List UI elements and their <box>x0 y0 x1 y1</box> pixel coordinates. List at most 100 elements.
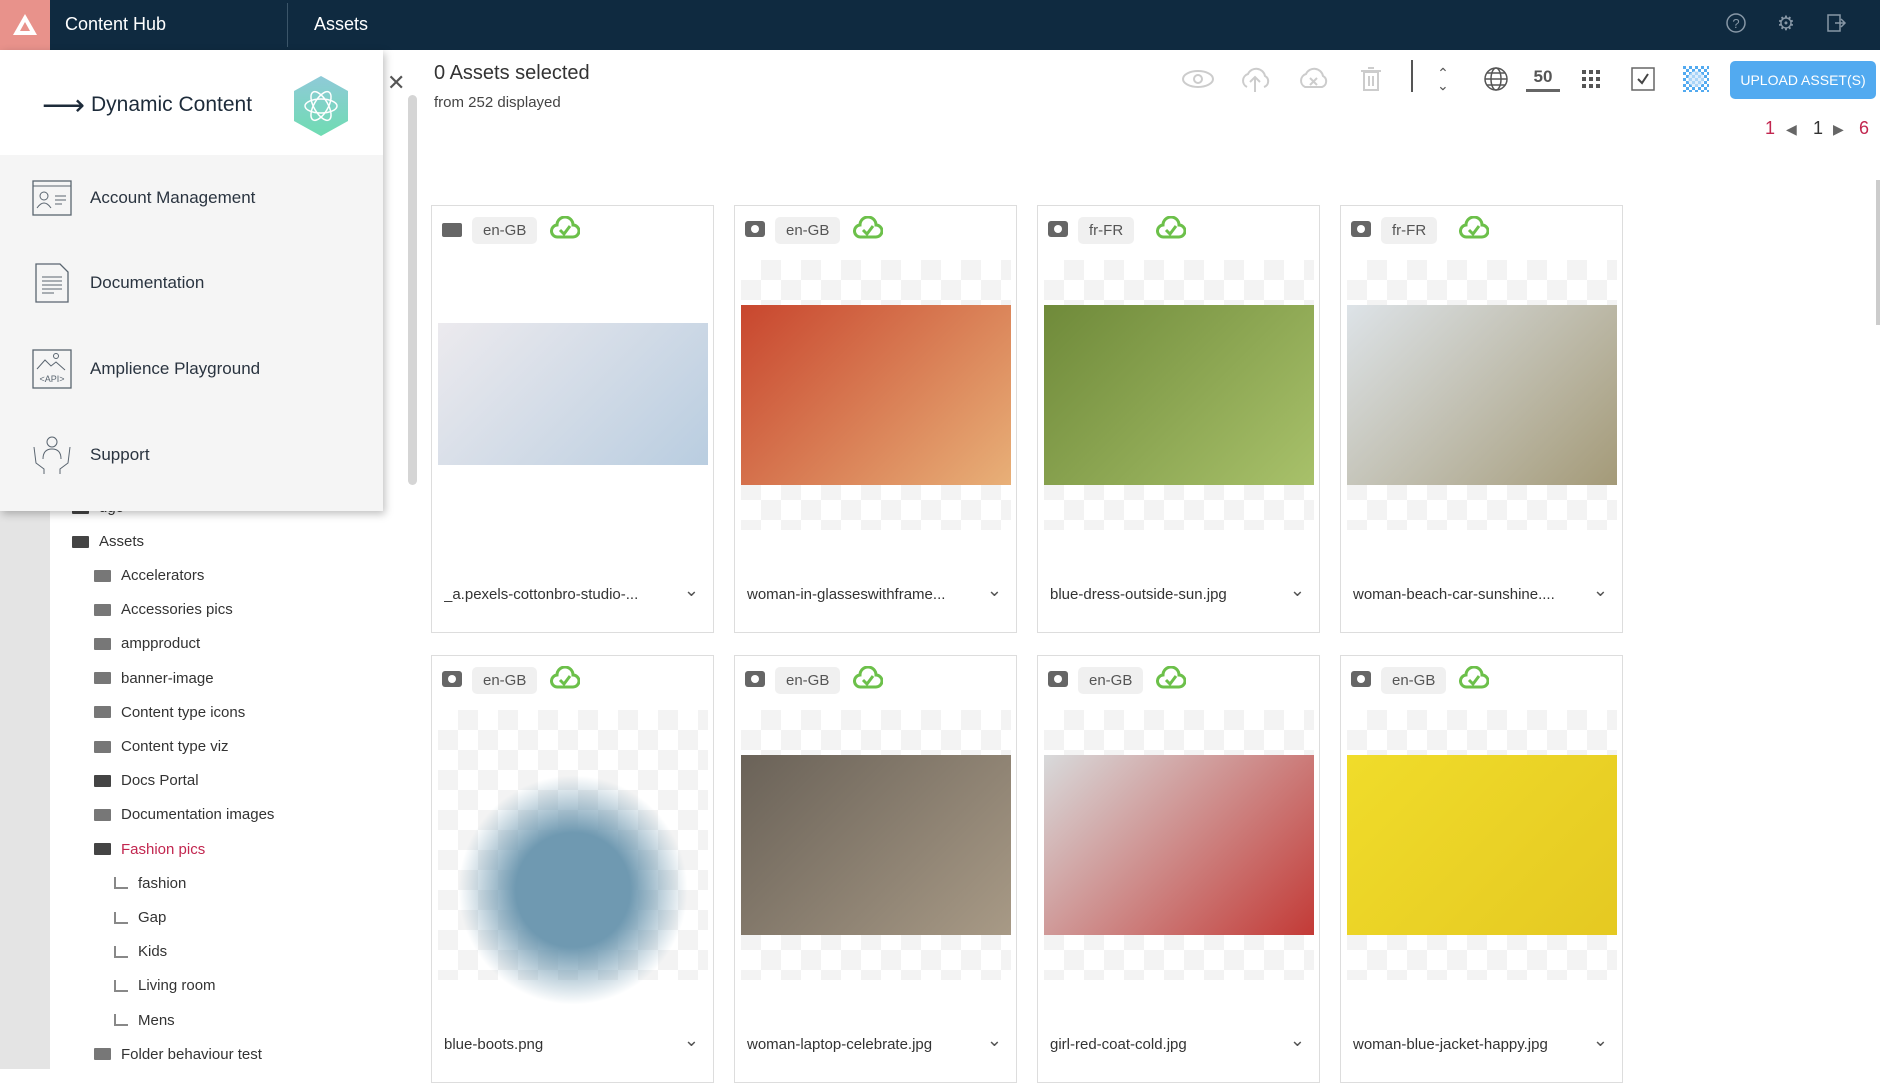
transparency-toggle-icon[interactable] <box>1679 64 1713 94</box>
subfolder-arrow-icon <box>114 877 128 890</box>
chevron-down-icon[interactable]: ⌄ <box>684 580 699 601</box>
account-card-icon <box>32 180 72 216</box>
asset-filename: woman-in-glasseswithframe... <box>747 586 946 603</box>
published-cloud-icon <box>550 666 580 689</box>
asset-thumbnail[interactable] <box>1044 755 1314 935</box>
tree-folder[interactable]: Accessories pics <box>94 601 233 618</box>
menu-item-documentation[interactable]: Documentation <box>32 263 204 303</box>
tree-item-label: banner-image <box>121 669 214 687</box>
tree-subfolder[interactable]: Mens <box>114 1012 175 1029</box>
asset-thumbnail[interactable] <box>1044 305 1314 485</box>
asset-card[interactable]: en-GB _a.pexels-cottonbro-studio-... ⌄ <box>431 205 714 633</box>
prev-page-icon[interactable]: ◀ <box>1786 121 1797 138</box>
unpublish-cloud-icon[interactable] <box>1296 64 1330 94</box>
menu-item-support[interactable]: Support <box>32 435 150 475</box>
published-cloud-icon <box>1459 666 1489 689</box>
tree-subfolder[interactable]: fashion <box>114 875 186 892</box>
menu-item-amplience-playground[interactable]: <API> Amplience Playground <box>32 349 260 389</box>
video-icon <box>442 223 462 237</box>
asset-filename: woman-laptop-celebrate.jpg <box>747 1036 933 1053</box>
tree-folder[interactable]: Docs Portal <box>94 772 199 789</box>
next-page-icon[interactable]: ▶ <box>1833 121 1844 138</box>
tree-folder[interactable]: Content type viz <box>94 738 229 755</box>
asset-card[interactable]: fr-FR blue-dress-outside-sun.jpg ⌄ <box>1037 205 1320 633</box>
chevron-down-icon[interactable]: ⌄ <box>987 1030 1002 1051</box>
tree-item-label: Mens <box>138 1011 175 1029</box>
first-page-link[interactable]: 1 <box>1765 118 1775 139</box>
preview-eye-icon[interactable] <box>1181 64 1215 94</box>
tree-item-label: Living room <box>138 977 216 995</box>
asset-card[interactable]: en-GB woman-blue-jacket-happy.jpg ⌄ <box>1340 655 1623 1083</box>
tree-folder[interactable]: banner-image <box>94 670 214 687</box>
globe-icon[interactable] <box>1479 64 1513 94</box>
logout-icon[interactable] <box>1824 12 1848 36</box>
asset-thumbnail[interactable] <box>741 305 1011 485</box>
menu-item-account-management[interactable]: Account Management <box>32 178 255 218</box>
help-icon[interactable]: ? <box>1724 12 1748 36</box>
top-bar: Content Hub Assets ? ⚙ <box>0 0 1880 50</box>
asset-card[interactable]: fr-FR woman-beach-car-sunshine.... ⌄ <box>1340 205 1623 633</box>
asset-thumbnail[interactable] <box>741 755 1011 935</box>
camera-icon <box>1048 671 1068 687</box>
asset-card[interactable]: en-GB woman-laptop-celebrate.jpg ⌄ <box>734 655 1017 1083</box>
sort-icon[interactable]: ⌃ ⌃ <box>1426 64 1460 94</box>
asset-card[interactable]: en-GB blue-boots.png ⌄ <box>431 655 714 1083</box>
main-scrollbar[interactable] <box>1876 180 1880 325</box>
upload-assets-button[interactable]: UPLOAD ASSET(S) <box>1730 61 1876 99</box>
tree-item-label: Kids <box>138 943 168 961</box>
asset-card[interactable]: en-GB woman-in-glasseswithframe... ⌄ <box>734 205 1017 633</box>
camera-icon <box>442 671 462 687</box>
chevron-down-icon[interactable]: ⌄ <box>1593 1030 1608 1051</box>
tree-subfolder[interactable]: Living room <box>114 977 216 994</box>
locale-badge: en-GB <box>775 667 841 694</box>
published-cloud-icon <box>1156 666 1186 689</box>
delete-trash-icon[interactable] <box>1354 64 1388 94</box>
asset-thumbnail[interactable] <box>1347 305 1617 485</box>
app-switcher-menu: ⟶ Dynamic Content Account Management Doc… <box>0 50 383 511</box>
chevron-down-icon[interactable]: ⌄ <box>684 1030 699 1051</box>
select-all-checkbox-icon[interactable] <box>1626 64 1660 94</box>
folder-icon <box>94 672 111 685</box>
folder-icon <box>94 1048 111 1061</box>
asset-thumbnail[interactable] <box>438 323 708 465</box>
menu-dynamic-content[interactable]: ⟶ Dynamic Content <box>0 50 383 155</box>
asset-thumbnail[interactable] <box>1347 755 1617 935</box>
tree-folder[interactable]: Documentation images <box>94 806 274 823</box>
tree-scrollbar[interactable] <box>408 95 417 485</box>
tree-folder[interactable]: Accelerators <box>94 567 204 584</box>
chevron-down-icon[interactable]: ⌄ <box>987 580 1002 601</box>
tree-subfolder[interactable]: Kids <box>114 943 167 960</box>
chevron-down-icon[interactable]: ⌄ <box>1290 580 1305 601</box>
tree-folder[interactable]: Folder behaviour test <box>94 1046 262 1063</box>
chevron-down-icon[interactable]: ⌄ <box>1290 1030 1305 1051</box>
page-size-selector[interactable]: 50 <box>1526 64 1560 92</box>
asset-card[interactable]: en-GB girl-red-coat-cold.jpg ⌄ <box>1037 655 1320 1083</box>
grid-view-icon[interactable] <box>1574 64 1608 94</box>
tree-item-label: Assets <box>99 533 145 550</box>
locale-badge: en-GB <box>1078 667 1144 694</box>
tree-item-label: Content type viz <box>121 738 229 755</box>
gear-icon[interactable]: ⚙ <box>1774 12 1798 36</box>
publish-cloud-icon[interactable] <box>1238 64 1272 94</box>
menu-item-label: Account Management <box>90 188 256 207</box>
tree-subfolder[interactable]: Gap <box>114 909 166 926</box>
last-page-link[interactable]: 6 <box>1859 118 1869 139</box>
chevron-down-icon[interactable]: ⌄ <box>1593 580 1608 601</box>
asset-thumbnail[interactable] <box>438 755 708 1025</box>
amplience-logo[interactable] <box>0 0 50 50</box>
folder-open-icon <box>72 535 89 548</box>
divider <box>287 3 288 47</box>
tree-folder[interactable]: ampproduct <box>94 635 200 652</box>
dynamic-content-logo-icon <box>294 76 348 136</box>
svg-text:<API>: <API> <box>39 374 64 384</box>
menu-header-label: Dynamic Content <box>91 93 253 116</box>
tree-folder[interactable]: Content type icons <box>94 704 245 721</box>
tree-item-label: Content type icons <box>121 703 246 721</box>
tree-item-assets[interactable]: Assets <box>72 533 144 550</box>
app-title[interactable]: Content Hub <box>65 14 166 35</box>
folder-icon <box>94 808 111 821</box>
tree-folder[interactable]: Fashion pics <box>94 841 205 858</box>
current-page[interactable]: 1 <box>1813 118 1823 139</box>
section-title[interactable]: Assets <box>314 14 368 35</box>
close-menu-icon[interactable]: ✕ <box>387 70 405 96</box>
